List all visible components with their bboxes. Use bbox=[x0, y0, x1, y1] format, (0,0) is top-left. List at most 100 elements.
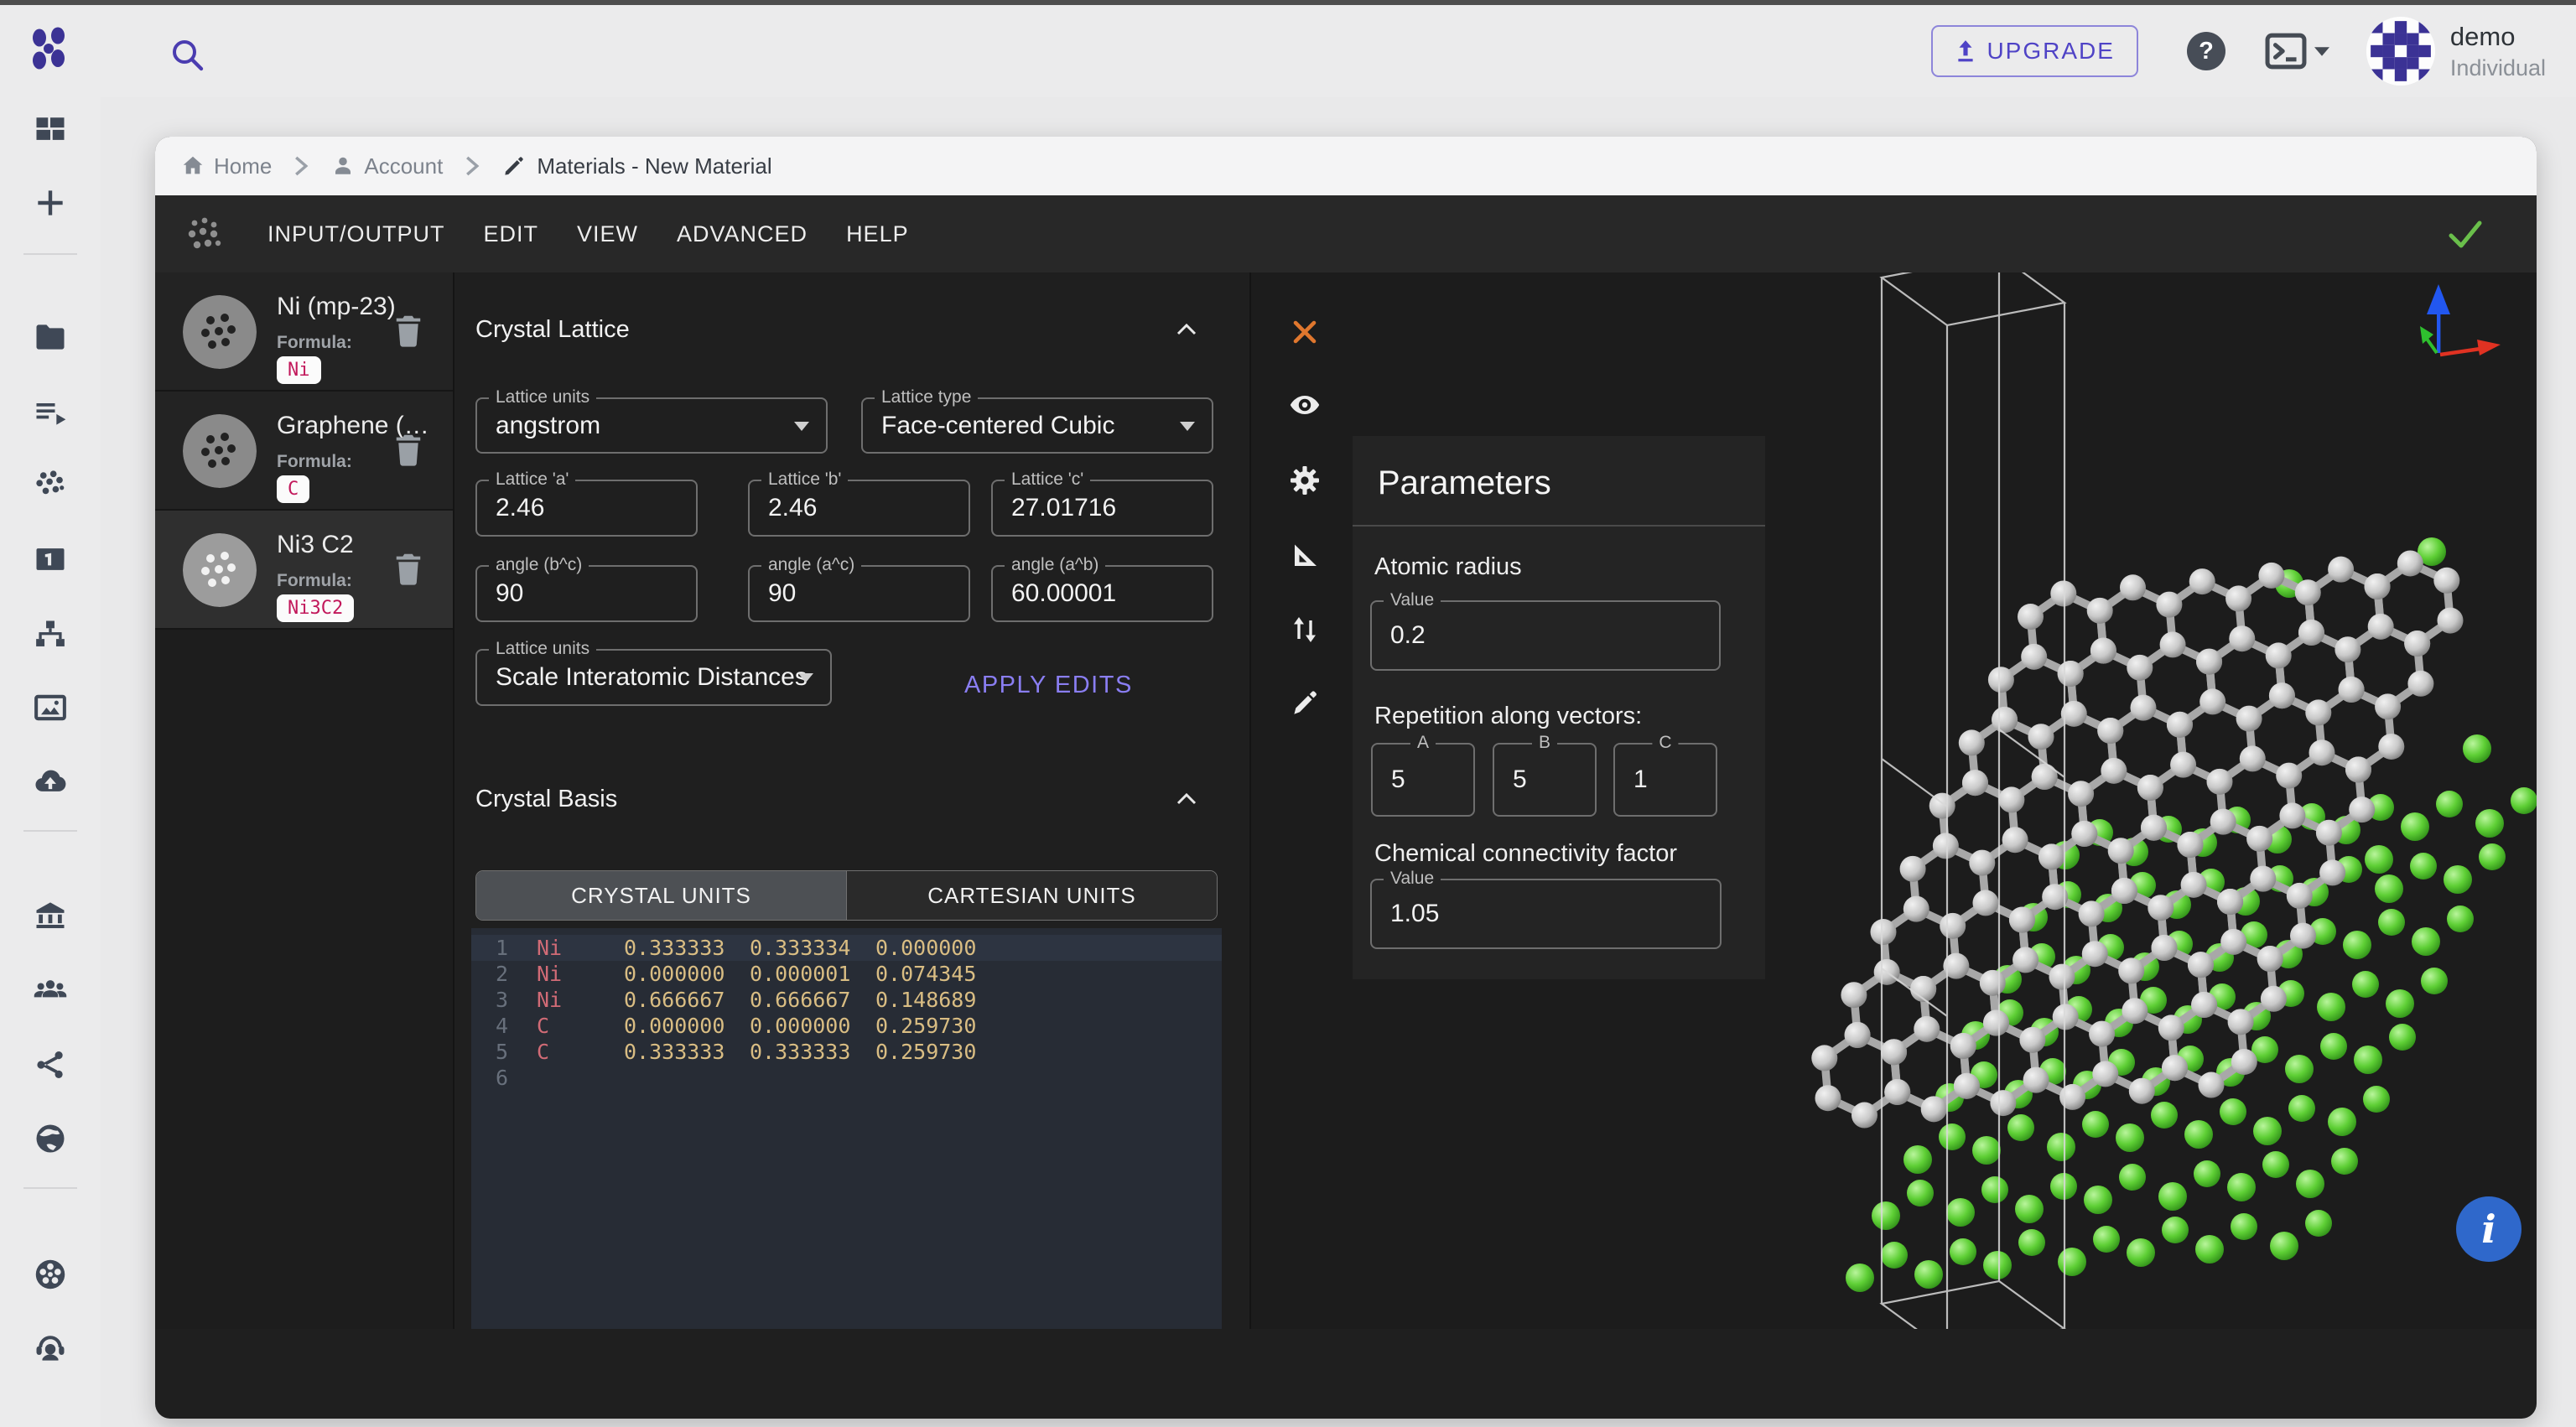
viewer-settings-gear-icon[interactable] bbox=[1288, 464, 1322, 497]
basis-row[interactable]: 4C0.0000000.0000000.259730 bbox=[471, 1013, 1222, 1039]
material-list-item[interactable]: Graphene (… Formula: C bbox=[155, 392, 453, 511]
repetition-label: Repetition along vectors: bbox=[1374, 703, 1642, 730]
sidebar-item-team-users-icon[interactable] bbox=[32, 973, 69, 1009]
sidebar-divider bbox=[23, 253, 77, 255]
material-formula-chip: Ni3C2 bbox=[277, 594, 354, 622]
sidebar-item-molecule-materials-icon[interactable] bbox=[32, 467, 69, 504]
material-name: Ni3 C2 bbox=[277, 531, 354, 559]
terminal-icon bbox=[2264, 32, 2308, 70]
materials-list: Ni (mp-23) Formula: Ni Graphene (… Formu… bbox=[155, 272, 453, 1329]
basis-row[interactable]: 6 bbox=[471, 1065, 1222, 1091]
basis-editor[interactable]: 1Ni0.3333330.3333340.0000002Ni0.0000000.… bbox=[471, 928, 1222, 1329]
search-icon[interactable] bbox=[168, 37, 208, 77]
breadcrumb-account[interactable]: Account bbox=[364, 153, 443, 179]
material-formula-chip: C bbox=[277, 475, 309, 503]
upload-icon bbox=[1955, 39, 1976, 63]
user-info[interactable]: demo Individual bbox=[2450, 22, 2546, 81]
lattice-c-input[interactable]: Lattice 'c' 27.01716 bbox=[991, 480, 1213, 537]
delete-trash-icon[interactable] bbox=[392, 551, 424, 588]
collapse-chevron-up-icon[interactable] bbox=[1174, 791, 1199, 807]
collapse-chevron-up-icon[interactable] bbox=[1174, 321, 1199, 338]
viewer-edit-pencil-icon[interactable] bbox=[1288, 686, 1322, 719]
editor-menu-bar: INPUT/OUTPUT EDIT VIEW ADVANCED HELP bbox=[155, 195, 2537, 272]
material-list-item[interactable]: Ni (mp-23) Formula: Ni bbox=[155, 272, 453, 392]
lattice-units-select[interactable]: Lattice units angstrom bbox=[475, 397, 828, 454]
sidebar-item-share-network-icon[interactable] bbox=[32, 1046, 69, 1083]
sidebar-item-folder-projects-icon[interactable] bbox=[32, 319, 69, 355]
sidebar-divider bbox=[23, 1187, 77, 1189]
basis-row[interactable]: 1Ni0.3333330.3333340.000000 bbox=[471, 935, 1222, 961]
connectivity-input[interactable]: Value 1.05 bbox=[1370, 879, 1722, 949]
help-icon[interactable]: ? bbox=[2187, 32, 2225, 70]
info-icon: i bbox=[2481, 1206, 2496, 1252]
molecule-dots-icon bbox=[184, 213, 226, 255]
delete-trash-icon[interactable] bbox=[392, 313, 424, 350]
menu-advanced[interactable]: ADVANCED bbox=[677, 221, 808, 247]
repetition-a-input[interactable]: A 5 bbox=[1371, 743, 1475, 817]
home-icon[interactable] bbox=[180, 153, 205, 179]
lattice-b-input[interactable]: Lattice 'b' 2.46 bbox=[748, 480, 970, 537]
crystal-basis-title: Crystal Basis bbox=[475, 786, 617, 813]
sidebar-item-playlist-jobs-icon[interactable] bbox=[32, 394, 69, 431]
sidebar-item-globe-web-icon[interactable] bbox=[32, 1120, 69, 1157]
sidebar-item-workflow-tree-icon[interactable] bbox=[32, 616, 69, 653]
atomic-radius-label: Atomic radius bbox=[1374, 553, 1522, 581]
breadcrumb-home[interactable]: Home bbox=[214, 153, 272, 179]
angle-ac-input[interactable]: angle (a^c) 90 bbox=[748, 565, 970, 622]
chevron-down-icon bbox=[2314, 47, 2329, 56]
user-plan: Individual bbox=[2450, 55, 2546, 81]
viewer-close-icon[interactable] bbox=[1288, 315, 1322, 349]
atomic-radius-input[interactable]: Value 0.2 bbox=[1370, 600, 1721, 671]
info-button[interactable]: i bbox=[2456, 1196, 2521, 1262]
menu-help[interactable]: HELP bbox=[846, 221, 909, 247]
top-bar: UPGRADE ? bbox=[0, 5, 2576, 97]
sidebar-item-bank-institution-icon[interactable] bbox=[32, 897, 69, 934]
material-formula-label: Formula: bbox=[277, 571, 352, 591]
basis-row[interactable]: 5C0.3333330.3333330.259730 bbox=[471, 1039, 1222, 1065]
sidebar-item-wheel-reel-icon[interactable] bbox=[32, 1256, 69, 1293]
account-icon[interactable] bbox=[330, 153, 356, 179]
sidebar-item-card-one-icon[interactable] bbox=[32, 541, 69, 578]
material-formula-label: Formula: bbox=[277, 333, 352, 353]
sidebar-item-dashboard-icon[interactable] bbox=[32, 111, 69, 148]
lattice-type-select[interactable]: Lattice type Face-centered Cubic bbox=[861, 397, 1213, 454]
basis-row[interactable]: 2Ni0.0000000.0000010.074345 bbox=[471, 961, 1222, 987]
angle-bc-input[interactable]: angle (b^c) 90 bbox=[475, 565, 698, 622]
saved-check-icon[interactable] bbox=[2446, 217, 2485, 251]
scale-units-select[interactable]: Lattice units Scale Interatomic Distance… bbox=[475, 649, 832, 706]
tab-cartesian-units[interactable]: CARTESIAN UNITS bbox=[846, 871, 1217, 920]
sidebar-item-cloud-upload-icon[interactable] bbox=[32, 763, 69, 800]
viewer-measure-ruler-icon[interactable] bbox=[1288, 538, 1322, 572]
angle-ab-input[interactable]: angle (a^b) 60.00001 bbox=[991, 565, 1213, 622]
sidebar-item-support-headset-icon[interactable] bbox=[32, 1329, 69, 1366]
sidebar-item-create-new-icon[interactable] bbox=[32, 184, 69, 221]
tab-crystal-units[interactable]: CRYSTAL UNITS bbox=[476, 871, 846, 920]
mat3ra-logo-icon[interactable] bbox=[30, 27, 67, 74]
material-avatar bbox=[183, 414, 257, 488]
material-list-item-selected[interactable]: Ni3 C2 Formula: Ni3C2 bbox=[155, 511, 453, 630]
repetition-c-input[interactable]: C 1 bbox=[1613, 743, 1717, 817]
user-avatar[interactable] bbox=[2366, 17, 2435, 86]
viewer-visibility-eye-icon[interactable] bbox=[1288, 388, 1322, 422]
delete-trash-icon[interactable] bbox=[392, 432, 424, 469]
sidebar-item-image-gallery-icon[interactable] bbox=[32, 689, 69, 726]
menu-input-output[interactable]: INPUT/OUTPUT bbox=[267, 221, 445, 247]
edit-pencil-icon bbox=[501, 153, 527, 179]
dropdown-arrow-icon bbox=[1180, 422, 1195, 431]
basis-units-tabs: CRYSTAL UNITS CARTESIAN UNITS bbox=[475, 870, 1218, 921]
viewer-swap-axes-icon[interactable] bbox=[1288, 613, 1322, 646]
repetition-b-input[interactable]: B 5 bbox=[1493, 743, 1597, 817]
menu-view[interactable]: VIEW bbox=[577, 221, 638, 247]
connectivity-label: Chemical connectivity factor bbox=[1374, 840, 1677, 868]
structure-viewer[interactable]: Parameters Atomic radius Value 0.2 Repet… bbox=[1249, 272, 2537, 1329]
menu-edit[interactable]: EDIT bbox=[484, 221, 539, 247]
apply-edits-button[interactable]: APPLY EDITS bbox=[951, 663, 1146, 708]
lattice-a-input[interactable]: Lattice 'a' 2.46 bbox=[475, 480, 698, 537]
breadcrumb-current: Materials - New Material bbox=[537, 153, 771, 179]
parameters-title: Parameters bbox=[1378, 464, 1551, 502]
basis-row[interactable]: 3Ni0.6666670.6666670.148689 bbox=[471, 987, 1222, 1013]
console-menu-button[interactable] bbox=[2264, 32, 2329, 70]
chevron-right-icon bbox=[465, 155, 480, 177]
upgrade-button[interactable]: UPGRADE bbox=[1931, 25, 2137, 77]
material-editor-form: Crystal Lattice Lattice units angstrom L… bbox=[453, 272, 1249, 1329]
